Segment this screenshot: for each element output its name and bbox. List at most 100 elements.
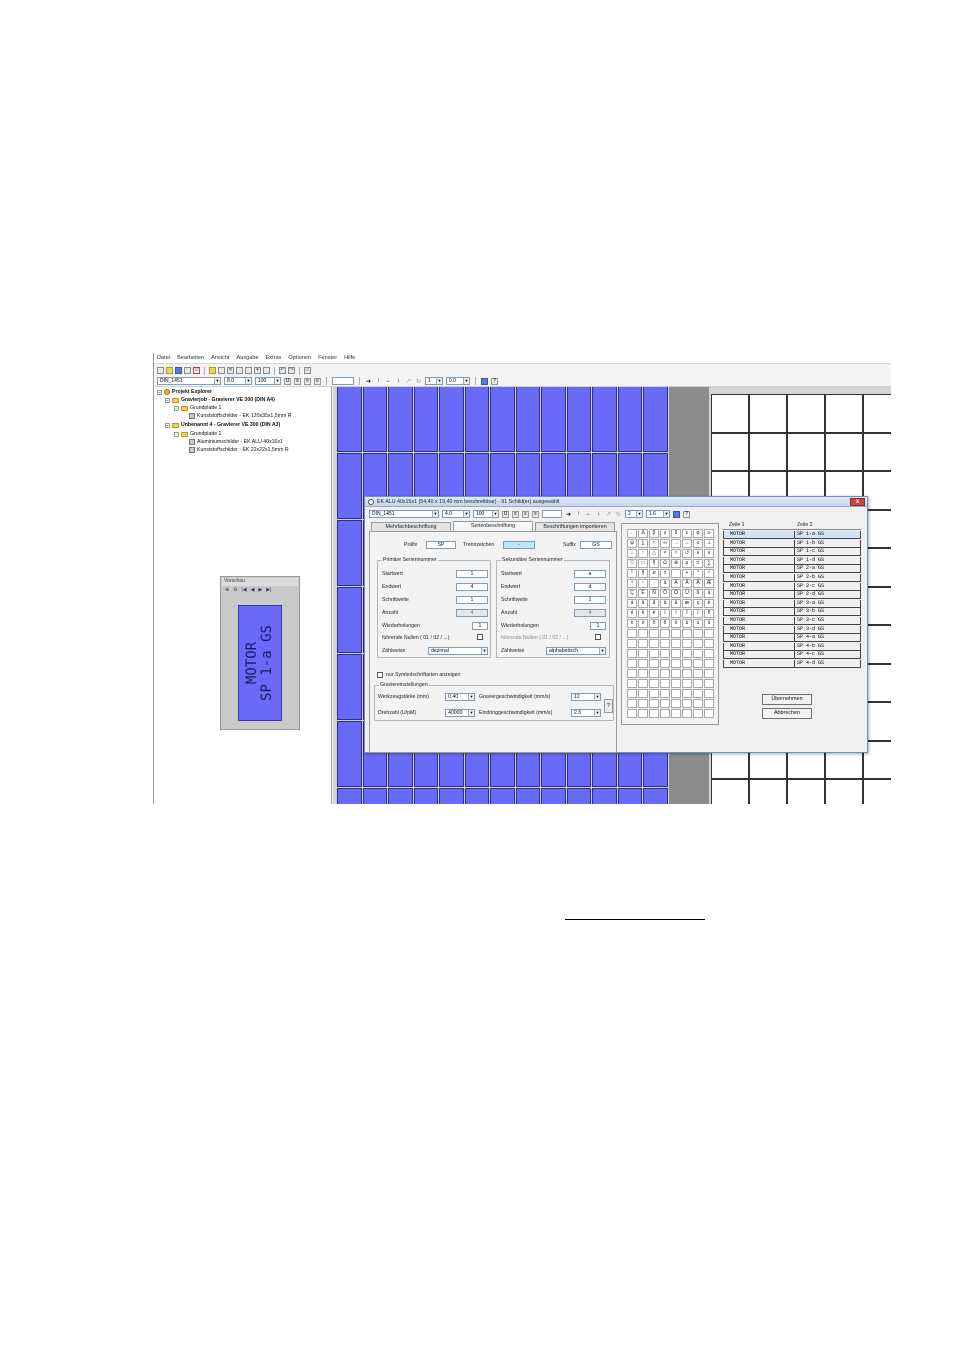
arrow-left-icon[interactable]: ← <box>585 511 592 517</box>
symbol-cell[interactable]: Å <box>693 579 703 588</box>
table-row[interactable]: MOTOR SP 1-c GS <box>723 548 861 557</box>
symbol-cell[interactable]: ∨ <box>704 549 714 558</box>
symbol-cell[interactable]: á <box>627 599 637 608</box>
symbol-cell[interactable]: ú <box>693 619 703 628</box>
symbol-cell[interactable] <box>671 699 681 708</box>
symbol-cell[interactable]: ↓ <box>627 549 637 558</box>
symbol-cell[interactable]: è <box>704 599 714 608</box>
symbol-cell[interactable]: ã <box>649 599 659 608</box>
symbol-cell[interactable]: ¹ <box>638 579 648 588</box>
symbol-cell[interactable]: ï <box>693 609 703 618</box>
symbol-cell[interactable] <box>638 689 648 698</box>
dialog-font-select[interactable]: DIN_1451 ▼ <box>369 510 439 518</box>
tree-item-sign-group[interactable]: Aluminiumschilder - EK ALU 40x16x1 <box>189 439 283 445</box>
symbol-cell[interactable] <box>638 639 648 648</box>
size-select[interactable]: 8.0 ▼ <box>224 377 252 385</box>
symbol-cell[interactable]: ∑ <box>638 539 648 548</box>
symbol-cell[interactable]: ▽ <box>627 559 637 568</box>
save-icon[interactable] <box>481 377 488 385</box>
symbol-cell[interactable] <box>671 709 681 718</box>
zoom-out-icon[interactable]: ⊖ <box>233 587 237 595</box>
stop-icon[interactable]: ⊘ <box>193 367 200 374</box>
open-folder-icon[interactable] <box>166 367 173 374</box>
symbol-cell[interactable]: ↺ <box>682 549 692 558</box>
align-right-icon[interactable]: ≡ <box>532 510 539 518</box>
zoom-in-icon[interactable]: ⊕ <box>225 587 229 595</box>
spacing-select[interactable]: 0.0 ▼ <box>446 377 470 385</box>
symbol-cell[interactable] <box>627 679 637 688</box>
menu-file[interactable]: Datei <box>157 355 170 361</box>
pin-icon[interactable] <box>263 367 270 374</box>
symbol-cell[interactable]: △ <box>649 549 659 558</box>
align-left-icon[interactable]: ≡ <box>294 377 301 385</box>
symbol-cell[interactable] <box>660 689 670 698</box>
collapse-icon[interactable]: − <box>165 422 170 428</box>
table-row[interactable]: MOTOR SP 1-d GS <box>723 556 861 565</box>
arrow-up-icon[interactable]: ↑ <box>375 378 382 384</box>
menu-help[interactable]: Hilfe <box>344 355 355 361</box>
sign-cell[interactable] <box>541 788 566 804</box>
sign-cell[interactable] <box>617 387 642 452</box>
symbol-cell[interactable]: ö <box>671 619 681 628</box>
plunge-speed-select[interactable]: 2.5 ▼ <box>571 709 601 717</box>
symbol-cell[interactable]: ä <box>660 599 670 608</box>
sign-cell[interactable] <box>413 387 438 452</box>
symbol-cell[interactable] <box>682 689 692 698</box>
dropdown-icon[interactable]: ▾ <box>254 367 261 374</box>
symbol-cell[interactable]: ³ <box>627 579 637 588</box>
symbol-cell[interactable]: Ü <box>682 589 692 598</box>
symbol-cell[interactable]: ­ <box>671 569 681 578</box>
symbol-cell[interactable] <box>704 699 714 708</box>
edit-icon[interactable] <box>209 367 216 374</box>
arrow-up-icon[interactable]: ↑ <box>575 511 582 517</box>
arrow-right-icon[interactable]: ➜ <box>565 511 572 518</box>
symbol-cell[interactable]: É <box>638 589 648 598</box>
sign-cell[interactable] <box>413 788 438 804</box>
symbol-cell[interactable]: ° <box>693 569 703 578</box>
symbol-cell[interactable]: Ö <box>671 589 681 598</box>
symbol-cell[interactable]: ä <box>660 579 670 588</box>
sign-cell[interactable] <box>541 387 566 452</box>
symbol-cell[interactable]: ↔ <box>682 539 692 548</box>
help-icon[interactable]: ? <box>491 377 498 385</box>
symbol-cell[interactable]: ² <box>704 569 714 578</box>
symbol-cell[interactable] <box>627 649 637 658</box>
symbol-cell[interactable]: ô <box>649 619 659 628</box>
column-header-line1[interactable]: Zeile 1 <box>723 522 795 529</box>
symbol-cell[interactable] <box>682 639 692 648</box>
symbol-cell[interactable]: ≤ <box>693 539 703 548</box>
symbol-cell[interactable] <box>660 639 670 648</box>
sign-cell[interactable] <box>749 779 787 804</box>
table-row[interactable]: MOTOR SP 1-a GS <box>723 531 861 539</box>
sign-cell[interactable] <box>337 788 362 804</box>
symbol-cell[interactable] <box>671 639 681 648</box>
symbol-cell[interactable]: ≥ <box>704 529 714 538</box>
symbol-cell[interactable] <box>660 659 670 668</box>
symbol-cell[interactable]: Ä <box>671 579 681 588</box>
sign-cell[interactable] <box>464 788 489 804</box>
table-row[interactable]: MOTOR SP 4-b GS <box>723 642 861 651</box>
symbol-cell[interactable] <box>627 709 637 718</box>
symbol-cell[interactable]: ù <box>682 619 692 628</box>
sign-cell[interactable] <box>337 587 362 653</box>
sign-cell[interactable] <box>711 394 749 433</box>
arrow-right-icon[interactable]: ➜ <box>365 378 372 385</box>
primary-leading-zeros-checkbox[interactable] <box>477 634 483 640</box>
symbol-cell[interactable] <box>627 659 637 668</box>
symbol-cell[interactable] <box>693 709 703 718</box>
symbol-cell[interactable]: ì <box>660 609 670 618</box>
sign-cell[interactable] <box>863 779 891 804</box>
sign-cell[interactable] <box>439 387 464 452</box>
symbol-cell[interactable] <box>660 629 670 638</box>
table-row[interactable]: MOTOR SP 1-b GS <box>723 539 861 548</box>
symbol-cell[interactable]: ± <box>693 559 703 568</box>
table-row[interactable]: MOTOR SP 4-a GS <box>723 634 861 643</box>
collapse-icon[interactable]: − <box>165 397 170 403</box>
symbol-cell[interactable]: æ <box>682 599 692 608</box>
symbol-cell[interactable]: ≈ <box>649 539 659 548</box>
symbol-cell[interactable] <box>649 679 659 688</box>
symbol-cell[interactable]: § <box>649 559 659 568</box>
symbol-fonts-checkbox[interactable] <box>377 672 383 678</box>
sign-cell[interactable] <box>592 387 617 452</box>
tree-root[interactable]: − Projekt Explorer <box>157 389 212 395</box>
